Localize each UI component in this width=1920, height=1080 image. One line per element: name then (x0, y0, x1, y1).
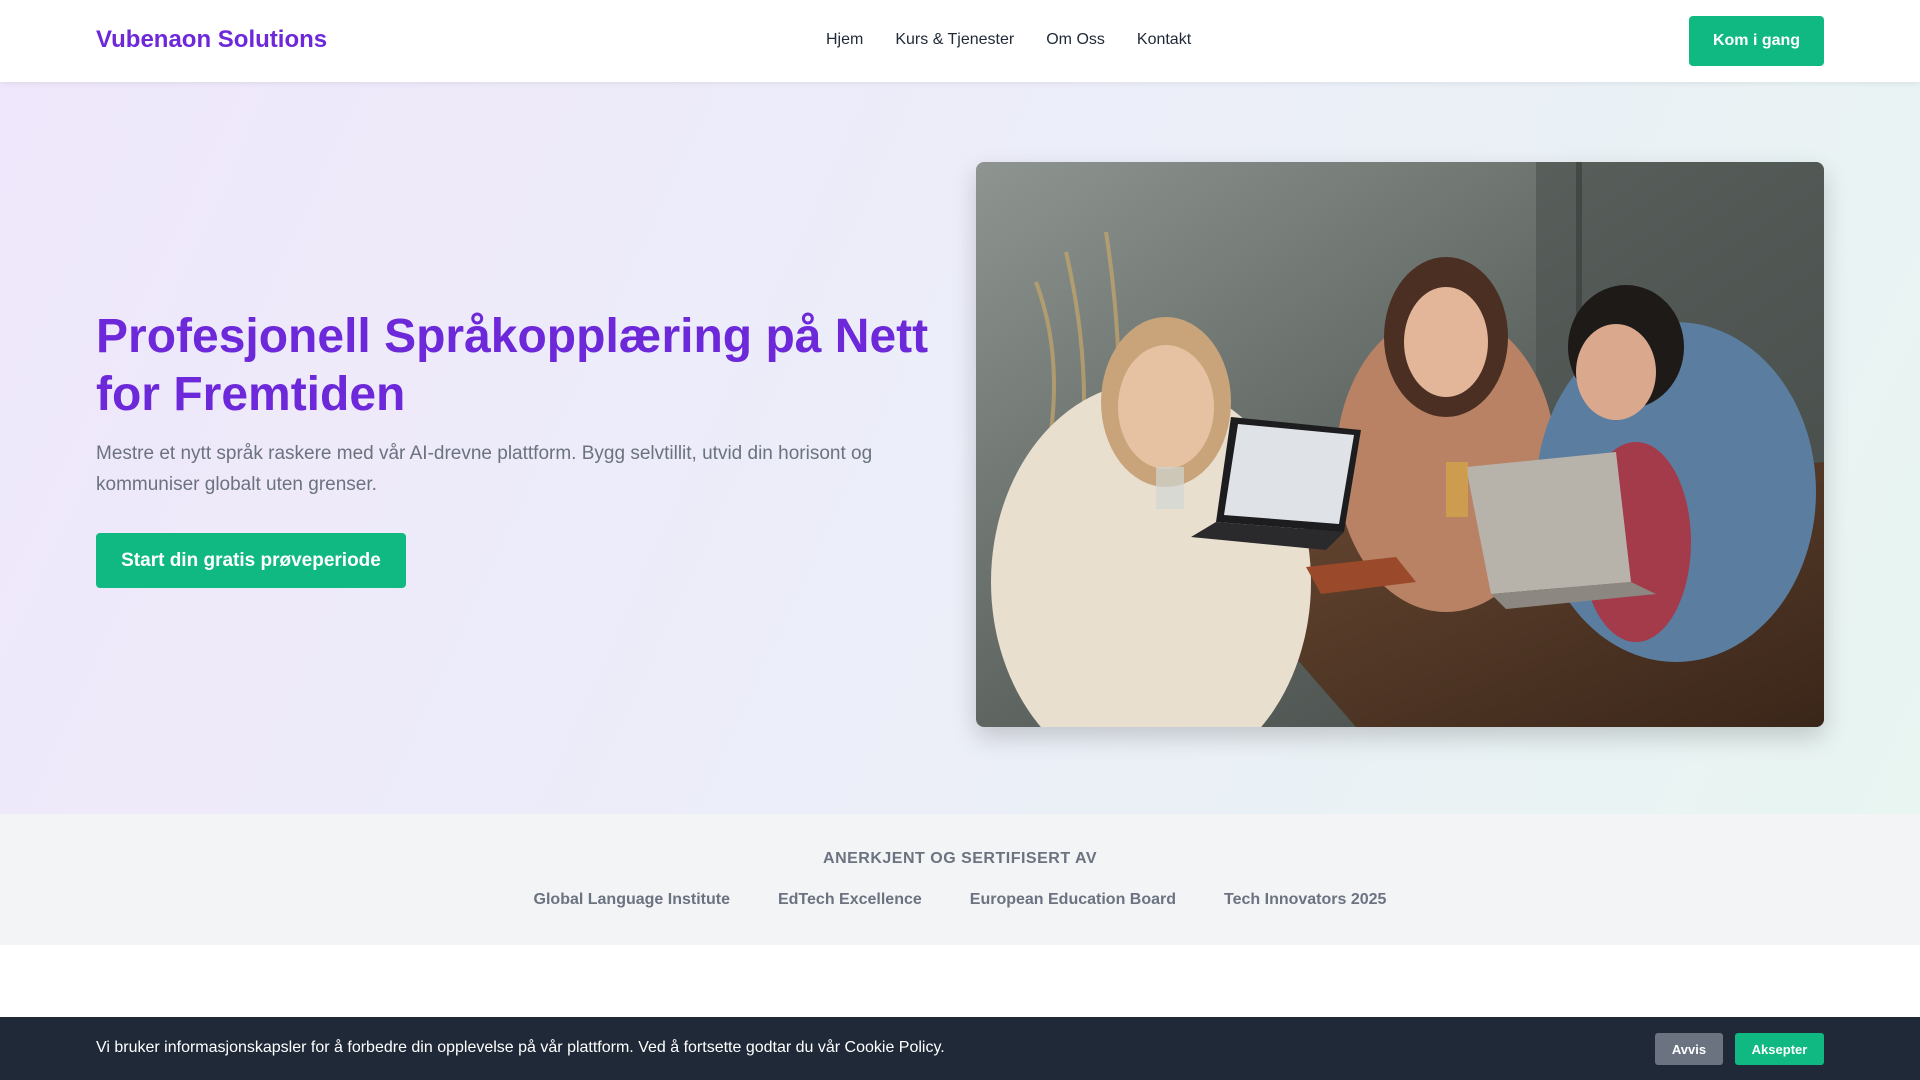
recognition-section: ANERKJENT OG SERTIFISERT AV Global Langu… (0, 814, 1920, 945)
top-navbar: Vubenaon Solutions Hjem Kurs & Tjenester… (0, 0, 1920, 82)
nav-link-om-oss[interactable]: Om Oss (1046, 31, 1105, 49)
partner-list: Global Language Institute EdTech Excelle… (0, 891, 1920, 909)
hero-subtitle: Mestre et nytt språk raskere med vår AI-… (96, 443, 873, 495)
free-trial-button[interactable]: Start din gratis prøveperiode (96, 533, 406, 588)
main-nav: Hjem Kurs & Tjenester Om Oss Kontakt (826, 31, 1191, 49)
hero-image (976, 162, 1824, 727)
nav-link-hjem[interactable]: Hjem (826, 31, 863, 49)
partner-name: EdTech Excellence (777, 891, 922, 908)
accept-cookies-button[interactable]: Aksepter (1735, 1033, 1824, 1065)
hero-title: Profesjonell Språkopplæring på Nett for … (96, 310, 929, 421)
nav-link-kontakt[interactable]: Kontakt (1137, 31, 1191, 49)
partner-name: Global Language Institute (533, 891, 730, 908)
nav-link-kurs-tjenester[interactable]: Kurs & Tjenester (895, 31, 1014, 49)
hero-section: Profesjonell Språkopplæring på Nett for … (0, 82, 1920, 814)
partner-name: European Education Board (969, 891, 1177, 908)
reject-cookies-button[interactable]: Avvis (1655, 1033, 1723, 1065)
cookie-banner: Vi bruker informasjonskapsler for å forb… (0, 1017, 1920, 1080)
get-started-button[interactable]: Kom i gang (1689, 16, 1824, 66)
cookie-message: Vi bruker informasjonskapsler for å forb… (96, 1039, 945, 1056)
recognition-title: ANERKJENT OG SERTIFISERT AV (823, 850, 1097, 867)
partner-name: Tech Innovators 2025 (1224, 891, 1387, 908)
brand-logo[interactable]: Vubenaon Solutions (96, 26, 327, 54)
